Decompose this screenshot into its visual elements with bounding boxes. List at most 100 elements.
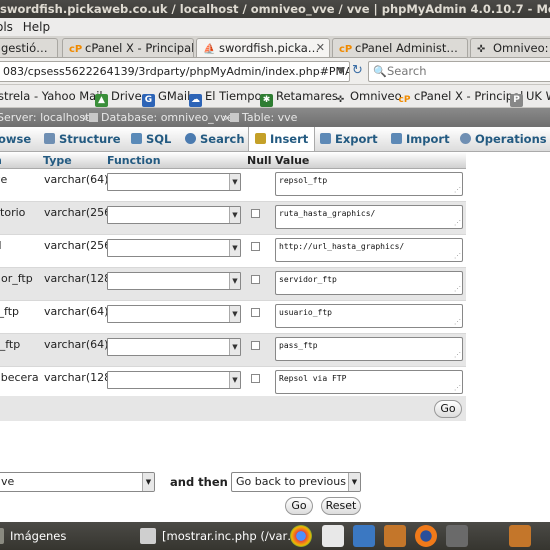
- go-button[interactable]: Go: [434, 400, 462, 418]
- operations-icon: [460, 133, 471, 144]
- omniveo-icon: ✜: [477, 44, 486, 55]
- bookmark-el-tiempo[interactable]: ☁ El Tiempo: [189, 85, 262, 107]
- window-title: swordfish.pickaweb.co.uk / localhost / o…: [0, 2, 550, 16]
- bookmark-retamares[interactable]: ✱ Retamares: [260, 85, 338, 107]
- header-function: Function: [107, 154, 161, 167]
- null-checkbox[interactable]: [251, 374, 260, 383]
- tab-browse[interactable]: owse: [0, 127, 31, 151]
- value-field[interactable]: usuario_ftp ⋰: [275, 304, 463, 328]
- header-null: Null: [247, 154, 272, 167]
- browser-tab-phpmyadmin[interactable]: ⛵ swordfish.picka… ✕: [196, 38, 330, 57]
- function-select[interactable]: ▼: [107, 173, 241, 191]
- tab-export[interactable]: Export: [320, 127, 378, 151]
- bookmark-uk[interactable]: PUK W: [510, 85, 550, 107]
- refresh-icon[interactable]: ↻: [352, 63, 366, 79]
- menu-help[interactable]: Help: [23, 18, 50, 36]
- table-row: ve varchar(64) ▼ repsol_ftp⋰: [0, 169, 466, 202]
- writer-icon[interactable]: [353, 525, 375, 547]
- null-checkbox[interactable]: [251, 308, 260, 317]
- function-select[interactable]: ▼: [107, 338, 241, 356]
- breadcrumb-database-item[interactable]: Database: omniveo_vve: [89, 108, 233, 127]
- url-bar[interactable]: 083/cpsess5622264139/3rdparty/phpMyAdmin…: [0, 61, 350, 82]
- tab-insert[interactable]: Insert: [248, 127, 316, 151]
- tab-import[interactable]: Import: [391, 127, 450, 151]
- column-type: varchar(256): [44, 239, 116, 252]
- sql-icon: [131, 133, 142, 144]
- chrome-icon[interactable]: [290, 525, 312, 547]
- pdf-icon[interactable]: [322, 525, 344, 547]
- function-select[interactable]: ▼: [107, 272, 241, 290]
- insert-mode-select[interactable]: ve ▼: [0, 472, 155, 492]
- chevron-down-icon[interactable]: ▼: [338, 62, 345, 81]
- resize-grip-icon[interactable]: ⋰: [454, 286, 461, 293]
- bookmarks-toolbar: strela - Yahoo Mail ▲ Drive G GMail ☁ El Ti…: [0, 85, 550, 108]
- archive-icon[interactable]: [446, 525, 468, 547]
- browser-tab-gestion[interactable]: gestió…: [0, 38, 58, 57]
- value-field[interactable]: http://url_hasta_graphics/⋰: [275, 238, 463, 262]
- value-field[interactable]: pass_ftp ⋰: [275, 337, 463, 361]
- table-row: ctorio varchar(256) ▼ ruta_hasta_graphic…: [0, 202, 466, 235]
- chevron-down-icon: ▼: [229, 207, 240, 223]
- resize-grip-icon[interactable]: ⋰: [454, 187, 461, 194]
- breadcrumb-server[interactable]: Server: localhost: [0, 108, 89, 127]
- chevron-down-icon: ▼: [229, 273, 240, 289]
- close-icon[interactable]: ✕: [316, 41, 325, 54]
- breadcrumb-separator: »: [82, 111, 89, 124]
- column-type: varchar(128): [44, 371, 116, 384]
- taskbar-item-editor[interactable]: [mostrar.inc.php (/var…: [140, 524, 299, 548]
- resize-grip-icon[interactable]: ⋰: [454, 385, 461, 392]
- table-footer: Go: [0, 396, 466, 421]
- import-icon: [391, 133, 402, 144]
- bookmark-gmail[interactable]: G GMail: [142, 85, 190, 107]
- value-field[interactable]: Repsol via FTP ⋰: [275, 370, 463, 394]
- chevron-down-icon: ▼: [229, 339, 240, 355]
- resize-grip-icon[interactable]: ⋰: [454, 220, 461, 227]
- browser-tab-omniveo[interactable]: ✜ Omniveo: gest: [470, 38, 550, 57]
- function-select[interactable]: ▼: [107, 239, 241, 257]
- go-button[interactable]: Go: [285, 497, 313, 515]
- function-select[interactable]: ▼: [107, 305, 241, 323]
- url-text: 083/cpsess5622264139/3rdparty/phpMyAdmin…: [3, 65, 350, 78]
- browser-tab-strip: gestió… cP cPanel X - Principal ⛵ swordfis…: [0, 36, 550, 58]
- tab-structure[interactable]: Structure: [44, 127, 121, 151]
- bookmark-omniveo[interactable]: ✜ Omniveo: [334, 85, 402, 107]
- resize-grip-icon[interactable]: ⋰: [454, 352, 461, 359]
- null-checkbox[interactable]: [251, 341, 260, 350]
- package-icon[interactable]: [384, 525, 406, 547]
- package-icon[interactable]: [509, 525, 531, 547]
- cpanel-icon: cP: [69, 44, 83, 55]
- null-checkbox[interactable]: [251, 275, 260, 284]
- column-type: varchar(128): [44, 272, 116, 285]
- column-type: varchar(64): [44, 305, 109, 318]
- tab-operations[interactable]: Operations: [460, 127, 547, 151]
- value-field[interactable]: ruta_hasta_graphics/⋰: [275, 205, 463, 229]
- table-row: dor_ftp varchar(128) ▼ servidor_ftp⋰: [0, 268, 466, 301]
- browser-tab-cpanel-admin[interactable]: cP cPanel Administ…: [332, 38, 468, 57]
- breadcrumb-table-item[interactable]: Table: vve: [230, 108, 297, 127]
- null-checkbox[interactable]: [251, 209, 260, 218]
- cpanel-icon: cP: [339, 44, 353, 55]
- menu-tools[interactable]: ols: [0, 18, 13, 36]
- taskbar-item-imagenes[interactable]: Imágenes: [0, 524, 66, 548]
- function-select[interactable]: ▼: [107, 371, 241, 389]
- folder-icon: [0, 528, 4, 544]
- bookmark-cpanel[interactable]: cP cPanel X - Principal: [398, 85, 524, 107]
- column-name: s_ftp: [0, 338, 21, 351]
- reset-button[interactable]: Reset: [321, 497, 361, 515]
- null-checkbox[interactable]: [251, 242, 260, 251]
- tab-search[interactable]: Search: [185, 127, 245, 151]
- taskbar: Imágenes [mostrar.inc.php (/var…: [0, 522, 550, 550]
- and-then-label: and then: [170, 475, 228, 489]
- value-field[interactable]: repsol_ftp ⋰: [275, 172, 463, 196]
- value-field[interactable]: servidor_ftp ⋰: [275, 271, 463, 295]
- tab-sql[interactable]: SQL: [131, 127, 171, 151]
- resize-grip-icon[interactable]: ⋰: [454, 319, 461, 326]
- browser-tab-cpanel[interactable]: cP cPanel X - Principal: [62, 38, 194, 57]
- firefox-icon[interactable]: [415, 525, 437, 547]
- resize-grip-icon[interactable]: ⋰: [454, 253, 461, 260]
- bookmark-yahoo[interactable]: strela - Yahoo Mail: [0, 85, 103, 107]
- after-insert-select[interactable]: Go back to previous page ▼: [231, 472, 361, 492]
- search-input[interactable]: 🔍 Search: [368, 61, 550, 82]
- function-select[interactable]: ▼: [107, 206, 241, 224]
- bookmark-drive[interactable]: ▲ Drive: [95, 85, 142, 107]
